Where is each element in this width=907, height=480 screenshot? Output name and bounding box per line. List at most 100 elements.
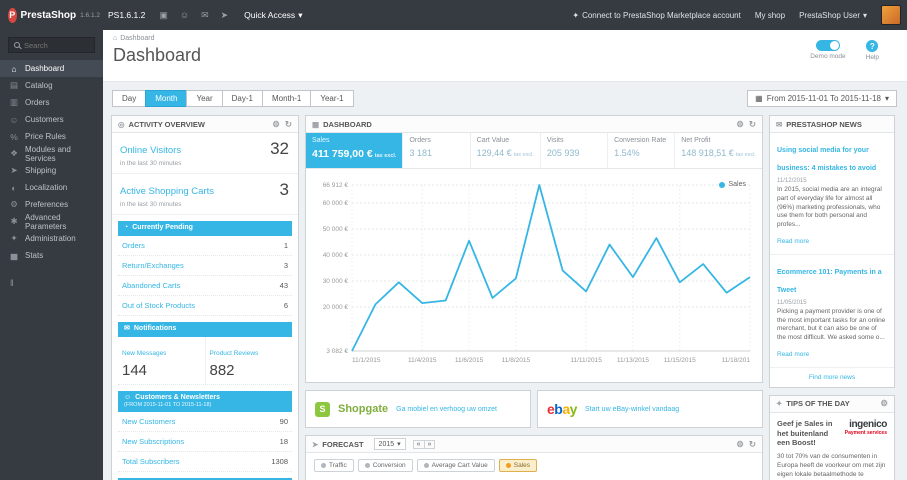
gear-icon[interactable]: ⚙	[736, 119, 744, 130]
svg-text:11/18/201: 11/18/201	[722, 357, 751, 364]
read-more-link[interactable]: Read more	[777, 351, 809, 358]
ingenico-subtitle: Payment services	[844, 429, 887, 436]
tab-day-1[interactable]: Day-1	[221, 90, 263, 107]
active-carts-link[interactable]: Active Shopping Carts	[120, 186, 214, 197]
marketplace-link[interactable]: ✦ Connect to PrestaShop Marketplace acco…	[572, 11, 740, 20]
sales-line-chart[interactable]: 66 912 € 60 000 € 50 000 € 40 000 € 30 000 €…	[310, 175, 758, 375]
online-visitors-sub: in the last 30 minutes	[120, 160, 182, 167]
kpi-visits[interactable]: Visits 205 939	[539, 133, 607, 168]
user-dropdown[interactable]: PrestaShop User ▾	[799, 11, 867, 20]
avatar[interactable]	[881, 5, 901, 25]
kpi-conversion-rate[interactable]: Conversion Rate 1.54%	[607, 133, 674, 168]
sidebar-item-advanced-parameters[interactable]: ✱ Advanced Parameters	[0, 213, 103, 231]
help-label: Help	[865, 54, 879, 61]
period-tabs: Day Month Year Day-1 Month-1 Year-1	[112, 90, 354, 107]
new-messages-link[interactable]: New Messages	[122, 350, 166, 357]
shopgate-ad[interactable]: S Shopgate Ga mobiel en verhoog uw omzet	[305, 390, 531, 428]
sidebar-item-catalog[interactable]: ▤ Catalog	[0, 77, 103, 94]
tab-month-1[interactable]: Month-1	[261, 90, 312, 107]
tips-headline-row: Geef je Sales in het buitenland een Boos…	[770, 413, 894, 452]
kpi-orders[interactable]: Orders 3 181	[402, 133, 469, 168]
sidebar-item-administration[interactable]: ✦ Administration	[0, 230, 103, 247]
find-more-news-link[interactable]: Find more news	[770, 368, 894, 387]
next-icon[interactable]: »	[423, 439, 436, 449]
refresh-icon[interactable]: ↻	[285, 119, 292, 130]
kpi-sales[interactable]: Sales 411 759,00 € tax excl.	[306, 133, 403, 168]
news-icon: ✉	[776, 119, 783, 129]
gear-icon[interactable]: ⚙	[272, 119, 280, 130]
topbar-right: ✦ Connect to PrestaShop Marketplace acco…	[572, 5, 907, 25]
tab-day[interactable]: Day	[112, 90, 147, 107]
orders-notification-icon[interactable]: ▣	[159, 10, 168, 21]
expertise-icon[interactable]: ➤	[221, 10, 229, 21]
sidebar-item-preferences[interactable]: ⚙ Preferences	[0, 196, 103, 213]
news-panel-header: ✉ PRESTASHOP NEWS	[770, 116, 894, 133]
quick-access-label: Quick Access	[244, 10, 296, 20]
date-toolbar: Day Month Year Day-1 Month-1 Year-1 ▦ Fr…	[103, 82, 907, 109]
kpi-cart-value[interactable]: Cart Value 129,44 € tax excl.	[469, 133, 540, 168]
messages-notification-icon[interactable]: ✉	[201, 10, 209, 21]
customers-notification-icon[interactable]: ☺	[180, 10, 189, 21]
tab-year-1[interactable]: Year-1	[310, 90, 354, 107]
online-visitors-link[interactable]: Online Visitors	[120, 145, 181, 156]
new-subscriptions-link[interactable]: New Subscriptions	[122, 437, 184, 446]
tab-year[interactable]: Year	[186, 90, 223, 107]
abandoned-carts-link[interactable]: Abandoned Carts	[122, 281, 180, 290]
brand-logo[interactable]: P PrestaShop 1.6.1.2	[0, 7, 108, 23]
read-more-link[interactable]: Read more	[777, 238, 809, 245]
sidebar-item-stats[interactable]: ▅ Stats	[0, 247, 103, 264]
pill-label: Average Cart Value	[431, 462, 488, 469]
forecast-year-select[interactable]: 2015 ▾	[373, 438, 406, 450]
sidebar-item-orders[interactable]: ▥ Orders	[0, 94, 103, 111]
sales-dot-icon	[505, 463, 511, 468]
shopgate-link[interactable]: Ga mobiel en verhoog uw omzet	[396, 406, 497, 413]
demo-mode-toggle[interactable]	[815, 40, 840, 51]
sidebar-item-modules[interactable]: ❖ Modules and Services	[0, 145, 103, 163]
ingenico-logo: ingenico Payment services	[844, 419, 888, 448]
new-customers-link[interactable]: New Customers	[122, 417, 175, 426]
pill-sales[interactable]: Sales	[498, 459, 537, 472]
news-article-link[interactable]: Using social media for your business: 4 …	[777, 147, 876, 172]
sidebar-item-price-rules[interactable]: % Price Rules	[0, 128, 103, 145]
returns-link[interactable]: Return/Exchanges	[122, 261, 184, 270]
search-input[interactable]	[24, 40, 94, 50]
new-messages-value: 144	[122, 361, 148, 379]
pill-average-cart-value[interactable]: Average Cart Value	[416, 459, 495, 472]
ebay-link[interactable]: Start uw eBay-winkel vandaag	[585, 406, 679, 413]
refresh-icon[interactable]: ↻	[749, 119, 756, 130]
pending-orders-link[interactable]: Orders	[122, 241, 145, 250]
shop-name-link[interactable]: PS1.6.1.2	[108, 10, 145, 20]
collapse-menu-button[interactable]: ‖	[10, 278, 103, 288]
svg-text:11/15/2015: 11/15/2015	[664, 357, 696, 364]
news-excerpt: In 2015, social media are an integral pa…	[777, 186, 882, 229]
out-of-stock-link[interactable]: Out of Stock Products	[122, 301, 195, 310]
dashboard-icon: ⌂	[11, 63, 17, 74]
pill-conversion[interactable]: Conversion	[357, 459, 413, 472]
refresh-icon[interactable]: ↻	[749, 439, 756, 450]
shipping-icon: ➤	[10, 165, 18, 175]
pill-traffic[interactable]: Traffic	[314, 459, 354, 472]
news-article-link[interactable]: Ecommerce 101: Payments in a Tweet	[777, 269, 882, 294]
kpi-label: Visits	[546, 137, 564, 144]
active-carts-value: 3	[279, 180, 289, 199]
ebay-ad[interactable]: ebay Start uw eBay-winkel vandaag	[537, 390, 763, 428]
sidebar-item-shipping[interactable]: ➤ Shipping	[0, 162, 103, 179]
help-icon[interactable]: ?	[866, 40, 879, 52]
product-reviews-link[interactable]: Product Reviews	[210, 350, 259, 357]
quick-access-dropdown[interactable]: Quick Access ▾	[244, 10, 302, 21]
sidebar-item-localization[interactable]: ◐ Localization	[0, 179, 103, 196]
gear-icon[interactable]: ⚙	[880, 398, 888, 409]
forecast-nav: « »	[412, 439, 436, 449]
svg-text:11/6/2015: 11/6/2015	[455, 357, 484, 364]
tab-month[interactable]: Month	[145, 90, 188, 107]
sidebar-search[interactable]	[8, 37, 95, 53]
sidebar-item-dashboard[interactable]: ⌂ Dashboard	[0, 60, 103, 77]
help-widget: ? Help	[866, 40, 879, 61]
total-subscribers-link[interactable]: Total Subscribers	[122, 457, 180, 466]
gear-icon[interactable]: ⚙	[736, 439, 744, 450]
date-range-picker[interactable]: ▦ From 2015-11-01 To 2015-11-18 ▾	[747, 90, 897, 107]
my-shop-link[interactable]: My shop	[755, 11, 785, 20]
sidebar-item-customers[interactable]: ☺ Customers	[0, 111, 103, 128]
kpi-net-profit[interactable]: Net Profit 148 918,51 € tax excl.	[674, 133, 762, 168]
sales-chart-area: Sales 66 912 € 60 000 € 50 000 € 40 000 € 30…	[306, 169, 762, 382]
